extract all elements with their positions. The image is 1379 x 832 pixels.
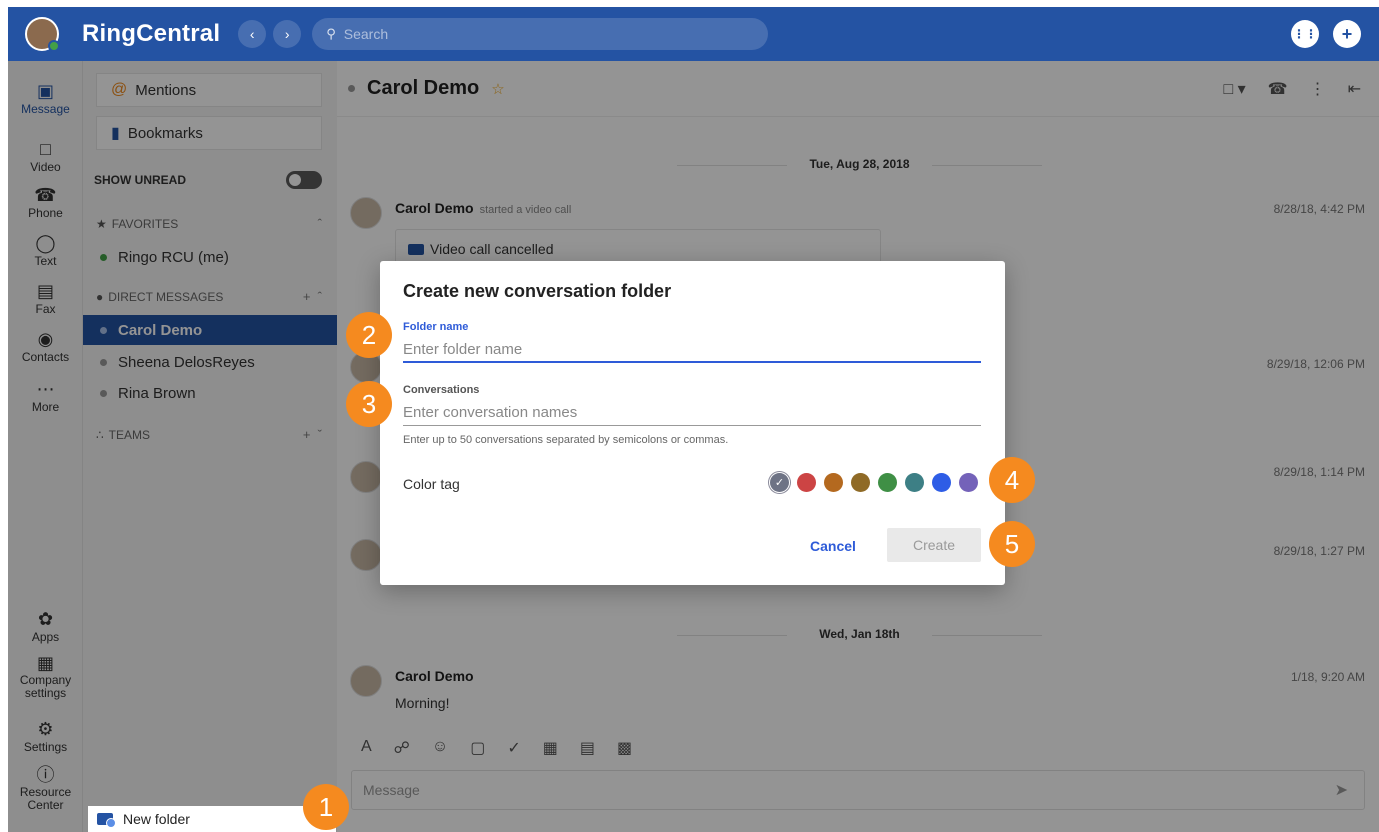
search-placeholder: Search — [343, 26, 389, 42]
step-marker-2: 2 — [346, 312, 392, 358]
check-icon: ✓ — [774, 477, 785, 489]
step-marker-1: 1 — [303, 784, 349, 830]
color-swatch-4[interactable] — [851, 473, 870, 492]
color-tag-label: Color tag — [403, 476, 460, 492]
forward-icon[interactable]: › — [273, 20, 302, 48]
color-swatch-7[interactable] — [932, 473, 951, 492]
conversations-input[interactable] — [403, 400, 981, 426]
user-avatar[interactable] — [25, 17, 60, 52]
conversations-label: Conversations — [403, 384, 480, 396]
dialog-title: Create new conversation folder — [403, 281, 672, 301]
color-swatch-1[interactable]: ✓ — [770, 473, 789, 492]
cancel-button[interactable]: Cancel — [796, 529, 870, 563]
color-swatch-6[interactable] — [905, 473, 924, 492]
folder-name-input[interactable] — [403, 337, 981, 363]
search-input[interactable]: ⚲ Search — [312, 18, 769, 50]
color-tag-picker: ✓ — [770, 473, 978, 492]
color-swatch-5[interactable] — [878, 473, 897, 492]
create-folder-dialog: Create new conversation folder Folder na… — [380, 261, 1005, 585]
color-swatch-2[interactable] — [797, 473, 816, 492]
dialpad-icon[interactable]: ⋮⋮ — [1291, 20, 1319, 48]
folder-add-icon — [97, 813, 116, 828]
step-marker-3: 3 — [346, 381, 392, 427]
create-button[interactable]: Create — [887, 528, 981, 562]
folder-name-label: Folder name — [403, 321, 469, 333]
color-swatch-8[interactable] — [959, 473, 978, 492]
step-marker-5: 5 — [989, 521, 1035, 567]
color-swatch-3[interactable] — [824, 473, 843, 492]
top-bar: RingCentral ‹ › ⚲ Search ⋮⋮ + — [8, 7, 1379, 61]
new-folder-menu-item[interactable]: New folder — [88, 806, 336, 832]
presence-indicator — [48, 40, 60, 52]
step-marker-4: 4 — [989, 457, 1035, 503]
add-icon[interactable]: + — [1333, 20, 1361, 48]
brand-logo: RingCentral — [82, 20, 221, 47]
back-icon[interactable]: ‹ — [238, 20, 267, 48]
conversations-helper-text: Enter up to 50 conversations separated b… — [403, 434, 729, 446]
search-icon: ⚲ — [326, 26, 336, 41]
